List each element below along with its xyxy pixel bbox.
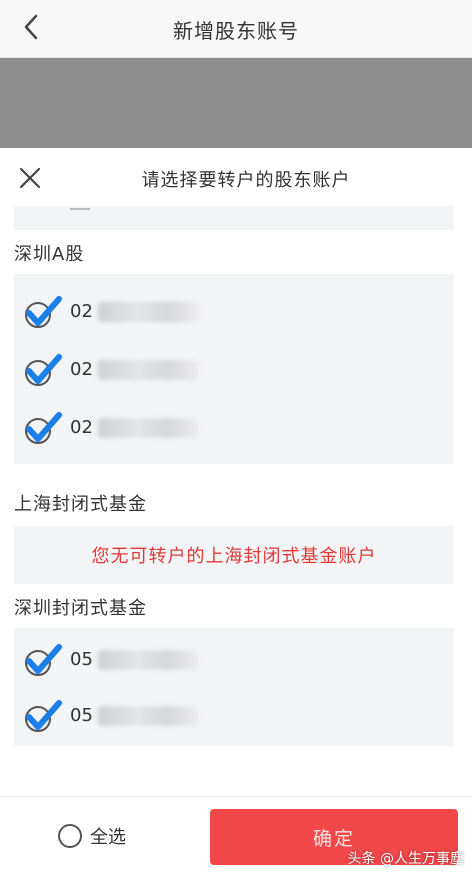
redacted-account-digits — [98, 418, 198, 438]
account-group-sz-closed-fund: 05 05 — [14, 628, 454, 746]
account-number: 02 — [70, 417, 93, 438]
account-row[interactable]: 02 — [14, 404, 454, 452]
account-row[interactable]: 02 — [14, 288, 454, 336]
account-number: 05 — [70, 649, 93, 670]
notice-text: 您无可转户的上海封闭式基金账户 — [91, 546, 377, 567]
sheet-header: 请选择要转户的股东账户 — [0, 148, 472, 206]
account-row[interactable]: 05 — [14, 636, 454, 684]
checkmark-icon[interactable] — [24, 411, 62, 445]
section-label-sz-closed-fund: 深圳封闭式基金 — [14, 598, 147, 619]
account-row[interactable]: 02 — [14, 346, 454, 394]
account-number: 02 — [70, 359, 93, 380]
select-all-toggle[interactable]: 全选 — [58, 821, 126, 851]
page-title: 新增股东账号 — [173, 19, 299, 43]
select-all-label: 全选 — [90, 827, 126, 848]
watermark: 头条 @人生万事塵 — [347, 851, 464, 867]
account-group-sz-a-share: 02 02 02 — [14, 274, 454, 464]
scrolled-list-item — [14, 206, 454, 230]
redacted-account-digits — [98, 706, 198, 726]
radio-circle-icon[interactable] — [58, 824, 82, 848]
top-nav-bar: 新增股东账号 — [0, 0, 472, 58]
modal-backdrop[interactable] — [0, 58, 472, 148]
sheet-title: 请选择要转户的股东账户 — [141, 170, 351, 191]
section-label-sz-a-share: 深圳A股 — [14, 244, 85, 265]
empty-notice: 您无可转户的上海封闭式基金账户 — [14, 526, 454, 584]
redacted-account-digits — [98, 360, 198, 380]
section-label-sh-closed-fund: 上海封闭式基金 — [14, 494, 147, 515]
account-number: 02 — [70, 301, 93, 322]
checkmark-icon[interactable] — [24, 699, 62, 733]
redacted-account-digits — [98, 650, 198, 670]
account-row[interactable]: 05 — [14, 692, 454, 740]
checkmark-icon[interactable] — [24, 643, 62, 677]
checkmark-icon[interactable] — [24, 353, 62, 387]
account-select-sheet: 请选择要转户的股东账户 深圳A股 02 02 02 上海封闭式基金 您无可转户的… — [0, 148, 472, 878]
checkmark-icon[interactable] — [24, 295, 62, 329]
account-number: 05 — [70, 705, 93, 726]
redacted-account-digits — [98, 302, 198, 322]
